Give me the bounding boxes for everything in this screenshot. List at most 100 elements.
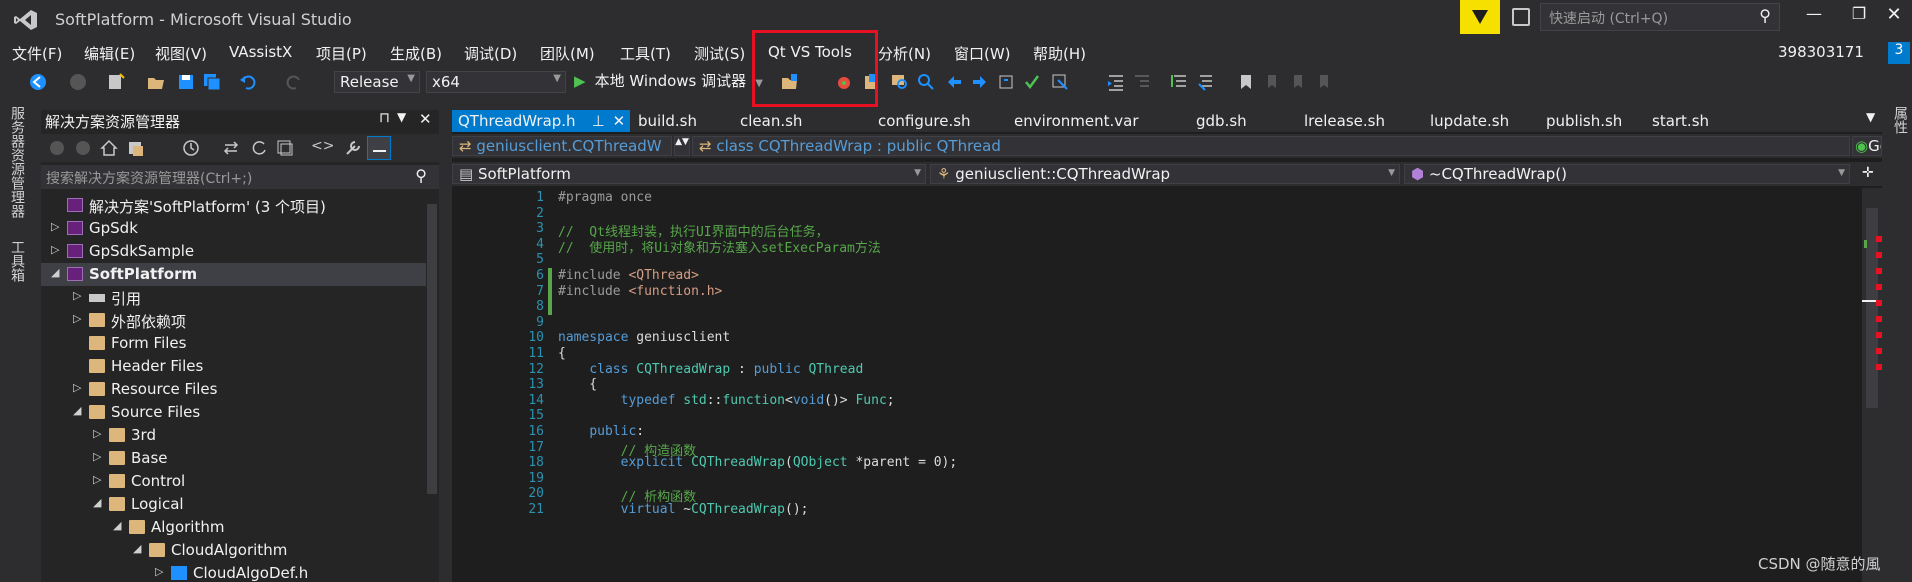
new-project-icon[interactable] [106, 72, 126, 92]
collapsed-arrow-icon[interactable]: ▷ [93, 450, 101, 463]
tree-item[interactable]: ▷ GpSdkSample [41, 240, 426, 263]
code-line[interactable]: class CQThreadWrap : public QThread [558, 362, 863, 377]
code-line[interactable]: #pragma once [558, 190, 652, 205]
indent-icon[interactable] [1106, 72, 1126, 92]
menu-vassistx[interactable]: VAssistX [229, 43, 292, 61]
pin-tab-icon[interactable]: ⊥ [592, 112, 605, 130]
tree-item[interactable]: Header Files [41, 355, 426, 378]
expanded-arrow-icon[interactable]: ◢ [51, 266, 59, 279]
code-scrollbar[interactable] [1862, 188, 1882, 582]
comment-icon[interactable] [1170, 72, 1190, 92]
uncomment-icon[interactable] [1196, 72, 1216, 92]
menu-file[interactable]: 文件(F) [12, 43, 62, 64]
collapsed-arrow-icon[interactable]: ▷ [93, 473, 101, 486]
menu-tools[interactable]: 工具(T) [620, 43, 671, 64]
code-line[interactable]: // 使用时，将Ui对象和方法塞入setExecParam方法 [558, 237, 881, 256]
close-button[interactable]: ✕ [1880, 4, 1908, 28]
save-all-icon[interactable] [202, 72, 222, 92]
collapsed-arrow-icon[interactable]: ▷ [73, 381, 81, 394]
prev-bookmark-icon[interactable] [1262, 72, 1282, 92]
solution-explorer-search[interactable]: 搜索解决方案资源管理器(Ctrl+;) ⚲ [41, 165, 439, 189]
nav-definition-dropdown[interactable]: ⇄ class CQThreadWrap : public QThread [692, 136, 1850, 156]
bookmark-nav-icon[interactable] [996, 72, 1016, 92]
feedback-flag-icon[interactable] [1460, 0, 1500, 34]
minimize-button[interactable]: — [1800, 4, 1828, 28]
code-line[interactable]: #include <function.h> [558, 284, 722, 299]
back-icon[interactable] [28, 72, 48, 92]
history-icon[interactable] [181, 138, 201, 158]
split-editor-icon[interactable]: ✛ [1862, 165, 1874, 181]
scope-dropdown[interactable]: ⚘ geniusclient::CQThreadWrap ▼ [930, 164, 1400, 184]
home-icon[interactable] [99, 138, 119, 158]
collapsed-arrow-icon[interactable]: ▷ [51, 220, 59, 233]
tab-publish-sh[interactable]: publish.sh [1546, 110, 1622, 132]
tab-environment-var[interactable]: environment.var [1014, 110, 1139, 132]
tab-overflow-icon[interactable]: ▼ [1866, 110, 1875, 124]
nav-back-icon[interactable] [944, 72, 964, 92]
tree-item[interactable]: ▷ 3rd [41, 424, 426, 447]
start-debugging-button[interactable]: ▶ 本地 Windows 调试器 ▼ [574, 70, 763, 94]
tree-item[interactable]: ◢ Logical [41, 493, 426, 516]
expanded-arrow-icon[interactable]: ◢ [113, 519, 121, 532]
tree-item[interactable]: ◢ Algorithm [41, 516, 426, 539]
preview-icon[interactable] [367, 136, 391, 160]
server-explorer-tab[interactable]: 服务器资源管理器 [7, 106, 27, 218]
code-line[interactable]: explicit CQThreadWrap(QObject *parent = … [558, 455, 958, 470]
outdent-icon[interactable] [1132, 72, 1152, 92]
collapse-all-icon[interactable] [275, 138, 295, 158]
find-icon[interactable] [890, 72, 910, 92]
menu-view[interactable]: 视图(V) [155, 43, 207, 64]
code-line[interactable]: typedef std::function<void()> Func; [558, 393, 895, 408]
code-view-icon[interactable]: <> [311, 138, 334, 158]
tab-build-sh[interactable]: build.sh [638, 110, 697, 132]
expanded-arrow-icon[interactable]: ◢ [73, 404, 81, 417]
nav-forward-icon[interactable] [970, 72, 990, 92]
code-line[interactable]: namespace geniusclient [558, 330, 730, 345]
collapsed-arrow-icon[interactable]: ▷ [73, 312, 81, 325]
next-bookmark-icon[interactable] [1288, 72, 1308, 92]
clear-bookmarks-icon[interactable] [1314, 72, 1334, 92]
tab-gdb-sh[interactable]: gdb.sh [1196, 110, 1247, 132]
code-line[interactable]: public: [558, 424, 644, 439]
tree-item[interactable]: ▷ Resource Files [41, 378, 426, 401]
quick-launch-input[interactable]: 快速启动 (Ctrl+Q) ⚲ [1540, 3, 1780, 31]
toolbox-tab[interactable]: 工具箱 [7, 240, 27, 282]
tree-item[interactable]: ▷ Control [41, 470, 426, 493]
tree-item[interactable]: 解决方案'SoftPlatform' (3 个项目) [41, 194, 426, 217]
project-dropdown[interactable]: ▤ SoftPlatform ▼ [452, 164, 926, 184]
close-tab-icon[interactable]: ✕ [613, 112, 626, 130]
menu-window[interactable]: 窗口(W) [954, 43, 1011, 64]
member-dropdown[interactable]: ⬢ ~CQThreadWrap() ▼ [1404, 164, 1850, 184]
se-forward-icon[interactable] [73, 138, 93, 158]
check-icon[interactable] [1022, 72, 1042, 92]
forward-icon[interactable] [68, 72, 88, 92]
notification-badge[interactable]: 3 [1888, 42, 1910, 64]
breakpoint-icon[interactable] [1050, 72, 1070, 92]
menu-debug[interactable]: 调试(D) [464, 43, 517, 64]
refresh-icon[interactable] [249, 138, 269, 158]
menu-analyze[interactable]: 分析(N) [878, 43, 931, 64]
find-in-files-icon[interactable] [916, 72, 936, 92]
collapsed-arrow-icon[interactable]: ▷ [93, 427, 101, 440]
tree-item[interactable]: ▷ CloudAlgoDef.h [41, 562, 426, 582]
tree-item[interactable]: ◢ Source Files [41, 401, 426, 424]
menu-test[interactable]: 测试(S) [694, 43, 745, 64]
expanded-arrow-icon[interactable]: ◢ [133, 542, 141, 555]
tree-item[interactable]: ▷ 引用 [41, 286, 426, 309]
restore-button[interactable]: ❐ [1845, 4, 1873, 28]
pin-icon[interactable]: ⊓ [379, 110, 390, 126]
switch-views-icon[interactable] [127, 138, 147, 158]
platform-dropdown[interactable]: x64 ▼ [426, 71, 566, 93]
tree-item[interactable]: Form Files [41, 332, 426, 355]
tree-item[interactable]: ◢ SoftPlatform [41, 263, 426, 286]
configuration-dropdown[interactable]: Release ▼ [334, 71, 420, 93]
save-icon[interactable] [176, 72, 196, 92]
sync-icon[interactable] [221, 138, 241, 158]
open-file-icon[interactable] [146, 72, 166, 92]
tab-clean-sh[interactable]: clean.sh [740, 110, 802, 132]
code-line[interactable]: { [558, 346, 566, 361]
code-line[interactable]: { [558, 377, 597, 392]
nav-scroll-icon[interactable]: ▲▼ [674, 136, 690, 156]
code-editor[interactable]: 1 #pragma once 2 3// Qt线程封装，执行UI界面中的后台任务， 4/… [452, 188, 1862, 582]
tree-item[interactable]: ◢ CloudAlgorithm [41, 539, 426, 562]
